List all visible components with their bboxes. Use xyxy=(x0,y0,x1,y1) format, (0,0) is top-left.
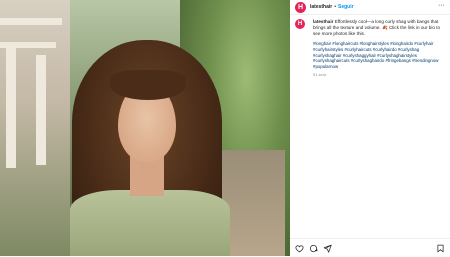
photo-bangs xyxy=(110,70,186,100)
caption-body: Effortlessly cool—a long curly shag with… xyxy=(313,19,441,36)
photo-post xyxy=(6,48,16,168)
follow-button[interactable]: Seguir xyxy=(338,4,354,10)
caption-avatar[interactable]: H xyxy=(295,19,305,29)
photo-post xyxy=(36,55,46,165)
post-photo[interactable] xyxy=(0,0,290,256)
photo-neck xyxy=(130,156,164,196)
separator-dot: • xyxy=(334,4,336,10)
photo-top xyxy=(70,190,230,256)
caption-text-column: latesthair Effortlessly cool—a long curl… xyxy=(313,19,445,77)
share-icon[interactable] xyxy=(323,244,332,253)
heart-icon[interactable] xyxy=(295,244,304,253)
action-bar xyxy=(290,238,450,257)
post-header: H latesthair • Seguir ··· xyxy=(290,0,450,15)
account-avatar[interactable]: H xyxy=(295,1,306,13)
post-panel: H latesthair • Seguir ··· H latesthair E… xyxy=(290,0,450,256)
avatar-letter: H xyxy=(297,21,303,27)
caption-username[interactable]: latesthair xyxy=(313,19,333,24)
post-age: 51 sem. xyxy=(313,71,328,77)
caption-text: latesthair Effortlessly cool—a long curl… xyxy=(313,19,445,37)
more-options-icon[interactable]: ··· xyxy=(438,2,445,9)
account-username[interactable]: latesthair xyxy=(310,4,332,10)
photo-beam xyxy=(0,18,62,25)
bookmark-icon[interactable] xyxy=(436,244,445,253)
caption-hashtags[interactable]: #longhair #longhaircuts #longhairstyles … xyxy=(313,41,445,70)
avatar-letter: H xyxy=(297,3,304,11)
caption-block: H latesthair Effortlessly cool—a long cu… xyxy=(295,19,445,77)
comment-icon[interactable] xyxy=(309,244,318,253)
